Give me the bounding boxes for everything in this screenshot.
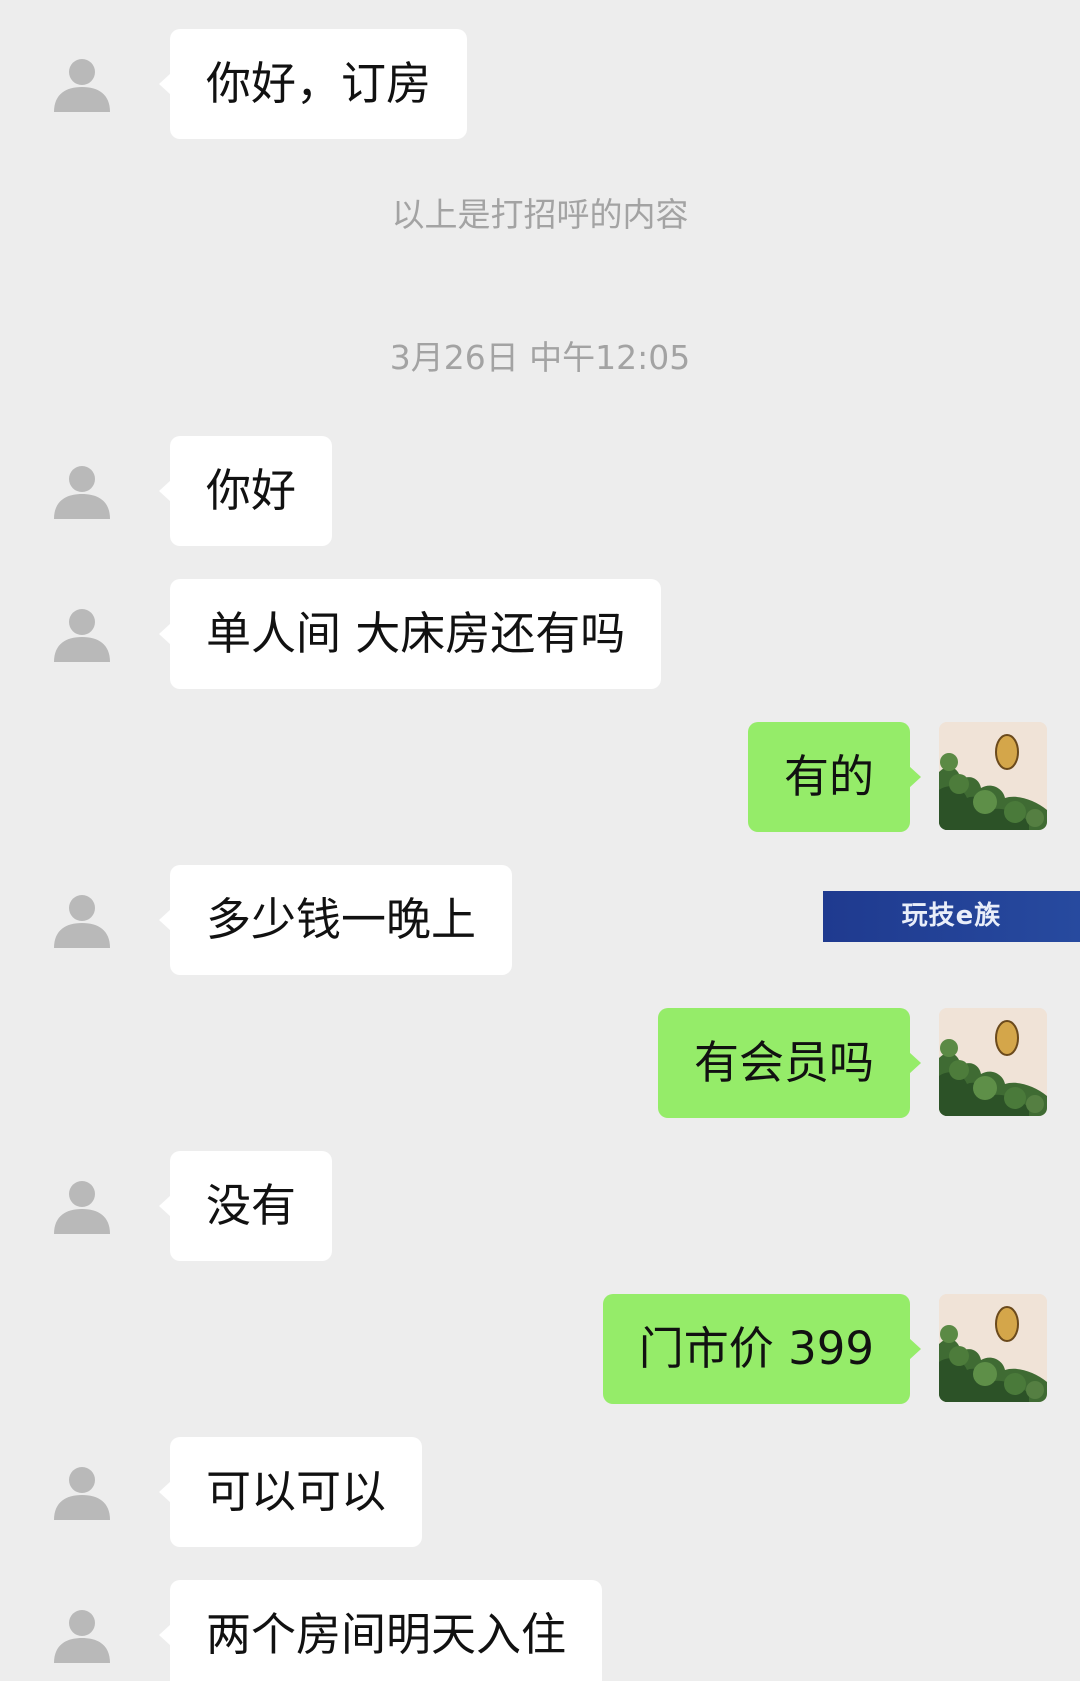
message-bubble-outgoing[interactable]: 有会员吗 [657,1008,922,1118]
message-bubble-incoming[interactable]: 没有 [158,1151,333,1261]
message-bubble-outgoing[interactable]: 门市价 399 [602,1294,922,1404]
default-person-avatar-icon[interactable] [52,461,112,521]
message-row: 你好 [0,436,1080,546]
message-row: 有的 [0,722,1080,832]
message-row: 门市价 399 [0,1294,1080,1404]
message-row: 可以可以 [0,1437,1080,1547]
chat-area[interactable]: 你好，订房 以上是打招呼的内容 3月26日 中午12:05 你好 单人间 大床房… [0,0,1080,1681]
message-bubble-incoming[interactable]: 你好，订房 [158,29,468,139]
timestamp: 3月26日 中午12:05 [389,338,691,377]
tree-seal-avatar-icon[interactable] [939,722,1047,830]
message-row: 两个房间明天入住 [0,1580,1080,1681]
default-person-avatar-icon[interactable] [52,1462,112,1522]
message-row: 你好，订房 [0,29,1080,139]
default-person-avatar-icon[interactable] [52,1176,112,1236]
default-person-avatar-icon[interactable] [52,890,112,950]
message-row: 没有 [0,1151,1080,1261]
message-row: 有会员吗 [0,1008,1080,1118]
message-bubble-incoming[interactable]: 两个房间明天入住 [158,1580,603,1681]
message-bubble-incoming[interactable]: 单人间 大床房还有吗 [158,579,662,689]
default-person-avatar-icon[interactable] [52,1605,112,1665]
watermark-logo: 玩技e族 [823,891,1080,942]
tree-seal-avatar-icon[interactable] [939,1294,1047,1402]
greeting-notice: 以上是打招呼的内容 [391,195,689,234]
tree-seal-avatar-icon[interactable] [939,1008,1047,1116]
message-bubble-incoming[interactable]: 你好 [158,436,333,546]
default-person-avatar-icon[interactable] [52,604,112,664]
message-bubble-incoming[interactable]: 可以可以 [158,1437,423,1547]
message-bubble-outgoing[interactable]: 有的 [747,722,922,832]
message-bubble-incoming[interactable]: 多少钱一晚上 [158,865,513,975]
default-person-avatar-icon[interactable] [52,54,112,114]
message-row: 单人间 大床房还有吗 [0,579,1080,689]
